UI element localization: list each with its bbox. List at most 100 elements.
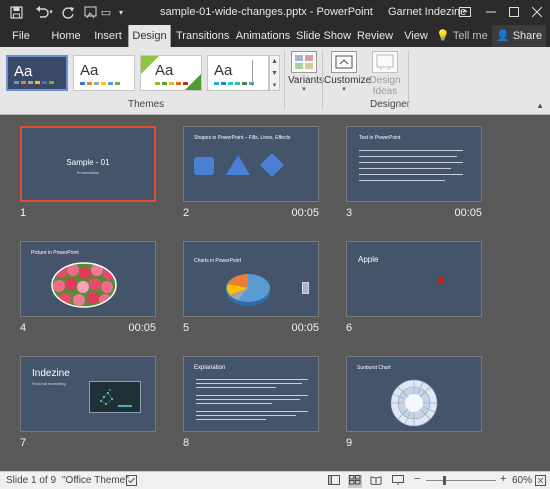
text-line (359, 180, 445, 181)
text-line (196, 403, 272, 404)
theme-gallery-scroll[interactable]: ▲ ▼ ▾ (269, 55, 280, 91)
ribbon-display-icon[interactable] (454, 2, 476, 22)
tab-animations[interactable]: Animations (234, 25, 292, 47)
lightbulb-icon: 💡 (436, 30, 450, 42)
maximize-icon[interactable] (503, 2, 525, 22)
pie-chart-illustration (226, 274, 270, 306)
theme-color-bars (155, 82, 188, 85)
theme-thumbnail[interactable]: Aa (207, 55, 269, 91)
title-bar: ▾ ▭ ▾ sample-01-wide-changes.pptx - Powe… (0, 0, 550, 25)
design-ideas-icon (372, 51, 398, 73)
customize-button[interactable]: Customize ▾ (324, 51, 371, 94)
slide-title: Apple (358, 255, 379, 264)
theme-thumbnail[interactable]: Aa (6, 55, 68, 91)
slide-thumbnail[interactable]: Charts in PowerPoint (183, 241, 319, 317)
text-line (196, 411, 308, 412)
slide-sorter: Sample - 01 Presentation 1 Shapes in Pow… (0, 116, 550, 471)
slide-thumbnail[interactable]: Explanation (183, 356, 319, 432)
reading-view-icon[interactable] (370, 475, 382, 488)
theme-color-bars (80, 82, 120, 85)
scroll-up-icon[interactable]: ▲ (270, 56, 279, 68)
slide-timing: 00:05 (291, 322, 319, 334)
tab-slide-show[interactable]: Slide Show (296, 25, 351, 47)
tab-home[interactable]: Home (46, 25, 86, 47)
variants-icon (291, 51, 317, 73)
slide-title: Indezine (32, 368, 70, 379)
save-icon[interactable] (8, 4, 24, 20)
slide-thumbnail[interactable]: Sunburst Chart (346, 356, 482, 432)
slide-timing: 00:05 (128, 322, 156, 334)
variants-dropdown-icon: ▾ (302, 86, 306, 93)
share-button[interactable]: 👤 Share (492, 25, 546, 47)
slide-number: 1 (20, 207, 27, 219)
slide-number: 6 (346, 322, 353, 334)
variants-button[interactable]: Variants ▾ (288, 51, 324, 94)
text-line (359, 162, 463, 163)
ribbon-separator (322, 51, 323, 109)
tulips-image (51, 262, 117, 308)
spell-check-icon[interactable] (126, 475, 137, 489)
slide-thumbnail[interactable]: Shapes in PowerPoint – Fills, Lines, Eff… (183, 126, 319, 202)
theme-thumbnail[interactable]: Aa (140, 55, 202, 91)
gallery-more-icon[interactable]: ▾ (270, 80, 279, 92)
zoom-out-icon[interactable]: − (414, 473, 420, 485)
normal-view-icon[interactable] (328, 475, 340, 488)
slide-number: 2 (183, 207, 190, 219)
theme-sample-text: Aa (214, 62, 233, 79)
theme-name[interactable]: "Office Theme" (62, 475, 129, 486)
design-ideas-label: Design Ideas (369, 75, 401, 97)
slide-subtitle: Presentation (76, 170, 100, 175)
slide-number: 7 (20, 437, 27, 449)
slide-number: 5 (183, 322, 190, 334)
slide-timing: 00:05 (454, 207, 482, 219)
slide-thumbnail[interactable]: Apple (346, 241, 482, 317)
close-icon[interactable] (526, 2, 548, 22)
tell-me-box[interactable]: 💡 Tell me (436, 25, 488, 47)
undo-dropdown-icon[interactable]: ▾ (47, 4, 55, 20)
slide-thumbnail[interactable]: Indezine Fictional marketing (20, 356, 156, 432)
theme-thumbnail[interactable]: Aa (73, 55, 135, 91)
collapse-ribbon-icon[interactable]: ▲ (536, 101, 544, 110)
chart-legend (302, 282, 309, 294)
customize-label: Customize (324, 75, 372, 86)
tab-review[interactable]: Review (355, 25, 395, 47)
slide-show-icon[interactable] (392, 475, 404, 488)
zoom-level[interactable]: 60% (512, 475, 532, 486)
shapes-illustration (194, 153, 284, 177)
slide-thumbnail[interactable]: Sample - 01 Presentation (20, 126, 156, 202)
zoom-slider-thumb[interactable] (443, 476, 446, 485)
slide-thumbnail[interactable]: Picture in PowerPoint (20, 241, 156, 317)
group-label-designer: Designer (370, 99, 411, 110)
slide-icon[interactable]: ▭ (98, 4, 114, 20)
tab-file[interactable]: File (6, 25, 36, 47)
text-line (359, 150, 463, 151)
slide-title: Sample - 01 (66, 158, 110, 167)
format-icon[interactable] (82, 4, 98, 20)
ribbon-separator (284, 51, 285, 109)
more-icon[interactable]: ▾ (116, 4, 126, 20)
zoom-in-icon[interactable]: + (500, 473, 506, 485)
tab-insert[interactable]: Insert (88, 25, 128, 47)
zoom-slider-track[interactable] (426, 480, 496, 481)
slide-sorter-view-icon[interactable] (348, 475, 362, 488)
text-line (359, 174, 463, 175)
scroll-down-icon[interactable]: ▼ (270, 68, 279, 80)
minimize-icon[interactable] (480, 2, 502, 22)
slide-title: Charts in PowerPoint (194, 258, 241, 264)
redo-icon[interactable] (60, 4, 76, 20)
design-ideas-button[interactable]: Design Ideas (366, 51, 404, 97)
slide-timing: 00:05 (291, 207, 319, 219)
tab-transitions[interactable]: Transitions (176, 25, 229, 47)
tab-design[interactable]: Design (128, 25, 171, 47)
theme-color-bars (214, 82, 254, 85)
person-icon: 👤 (495, 30, 510, 42)
fit-to-window-icon[interactable] (535, 475, 546, 489)
tab-view[interactable]: View (400, 25, 432, 47)
ribbon-separator (408, 51, 409, 109)
slide-thumbnail[interactable]: Text in PowerPoint (346, 126, 482, 202)
text-line (196, 415, 296, 416)
slide-title: Sunburst Chart (357, 365, 391, 371)
customize-icon (331, 51, 357, 73)
tell-me-label: Tell me (452, 30, 488, 42)
text-line (196, 379, 308, 380)
